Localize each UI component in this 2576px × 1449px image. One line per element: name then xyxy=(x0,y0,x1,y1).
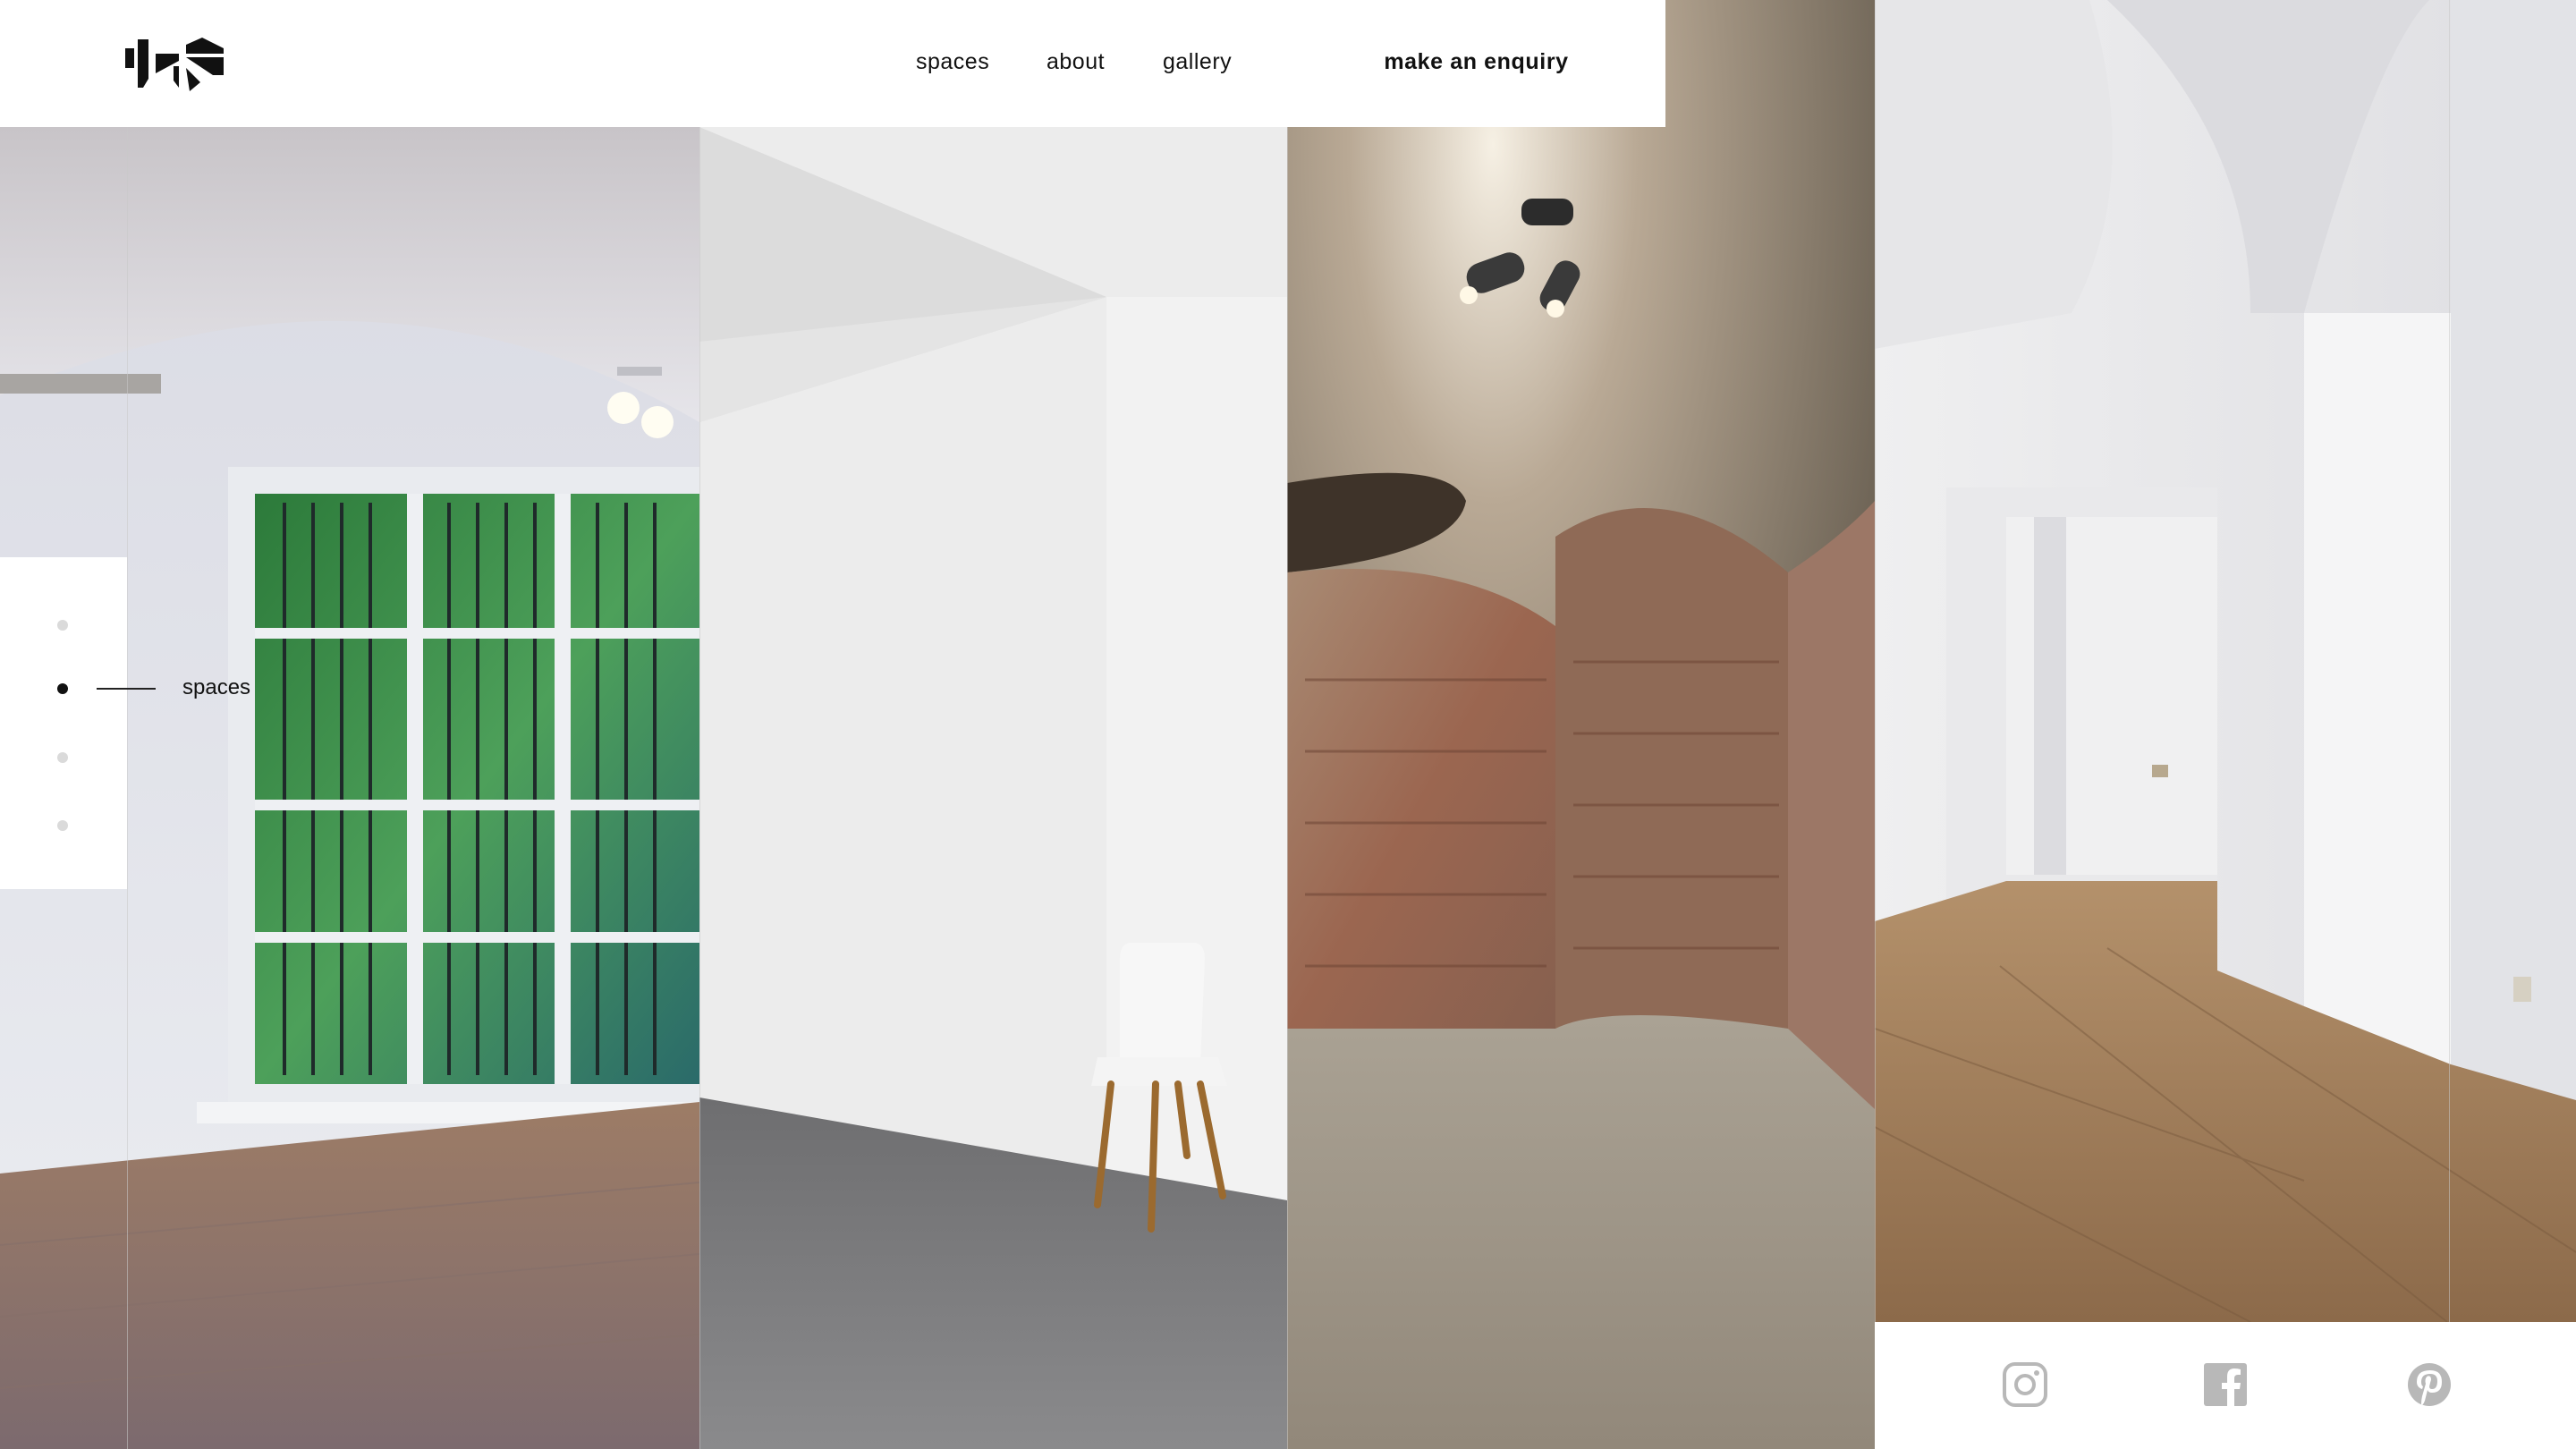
nav-about-link[interactable]: about xyxy=(1046,45,1105,79)
instagram-icon[interactable] xyxy=(2002,1361,2048,1408)
grid-guide-line xyxy=(1875,0,1876,1449)
nav-spaces-link[interactable]: spaces xyxy=(916,45,989,79)
site-header: spaces about gallery xyxy=(0,0,1287,127)
pagination-dot-4[interactable] xyxy=(57,820,68,831)
photo-panel-arch-room xyxy=(1875,0,2576,1322)
pagination-dot-2-active[interactable] xyxy=(57,683,68,694)
social-links-bar xyxy=(1875,1322,2576,1449)
pinterest-icon[interactable] xyxy=(2406,1361,2453,1408)
facebook-icon[interactable] xyxy=(2202,1361,2249,1408)
pagination-indicator-line xyxy=(97,688,156,690)
photo-panel-brick-cellar xyxy=(1287,0,1875,1449)
grid-guide-line xyxy=(2449,0,2450,1449)
section-pagination xyxy=(0,557,127,889)
nav-gallery-link[interactable]: gallery xyxy=(1163,45,1232,79)
photo-panel-chair-room xyxy=(699,127,1287,1449)
grid-guide-line xyxy=(127,0,128,1449)
main-navigation: spaces about gallery xyxy=(0,0,1287,127)
make-enquiry-button[interactable]: make an enquiry xyxy=(1287,45,1665,79)
pagination-active-label: spaces xyxy=(182,675,251,699)
pagination-dot-1[interactable] xyxy=(57,620,68,631)
grid-guide-line xyxy=(699,0,700,1449)
enquiry-panel: make an enquiry xyxy=(1287,0,1665,127)
grid-guide-line xyxy=(1287,0,1288,1449)
pagination-dot-3[interactable] xyxy=(57,752,68,763)
